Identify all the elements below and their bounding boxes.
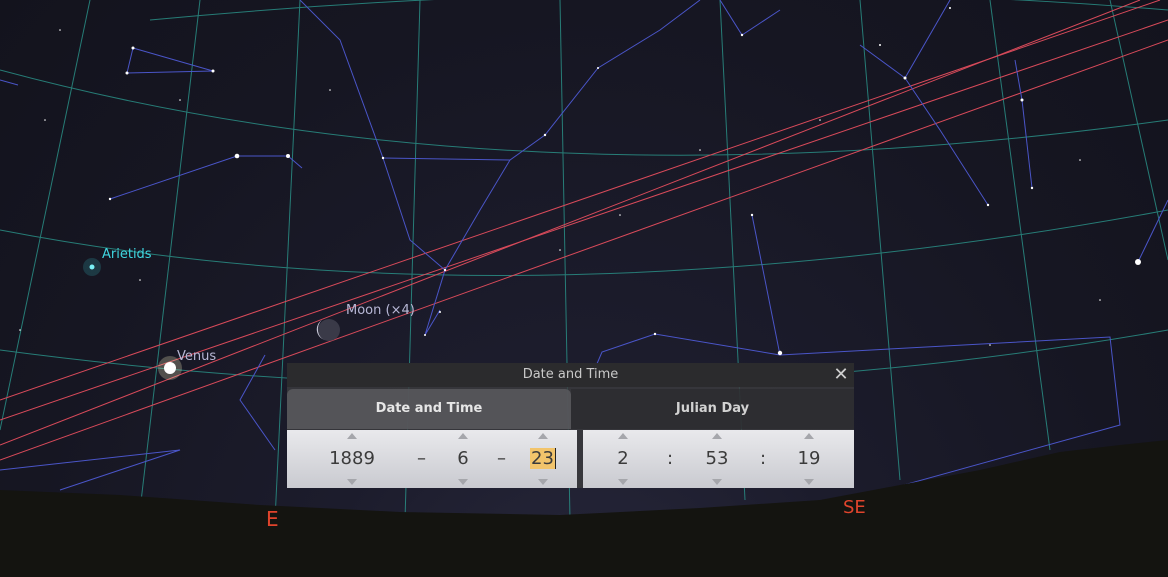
cardinal-southeast-label: SE — [843, 497, 866, 518]
second-spinbox[interactable]: 19 — [793, 430, 825, 488]
close-icon: ✕ — [833, 364, 849, 385]
year-decrement-icon[interactable] — [347, 479, 357, 485]
date-separator: – — [417, 448, 426, 469]
month-increment-icon[interactable] — [458, 433, 468, 439]
time-panel: 2 : 53 : 19 — [583, 430, 854, 488]
day-value[interactable]: 23 — [530, 448, 556, 469]
cardinal-east-label: E — [266, 507, 279, 531]
second-value[interactable]: 19 — [793, 448, 825, 470]
month-decrement-icon[interactable] — [458, 479, 468, 485]
arietids-radiant[interactable] — [83, 258, 101, 276]
arietids-label: Arietids — [102, 247, 152, 262]
month-spinbox[interactable]: 6 — [447, 430, 479, 488]
close-button[interactable]: ✕ — [832, 366, 850, 384]
day-spinbox[interactable]: 23 — [527, 430, 559, 488]
date-separator: – — [497, 448, 506, 469]
second-increment-icon[interactable] — [804, 433, 814, 439]
date-panel: 1889 – 6 – 23 — [287, 430, 577, 488]
minute-spinbox[interactable]: 53 — [701, 430, 733, 488]
hour-spinbox[interactable]: 2 — [607, 430, 639, 488]
time-separator: : — [667, 448, 674, 469]
minute-value[interactable]: 53 — [701, 448, 733, 470]
moon-label: Moon (×4) — [346, 303, 415, 318]
hour-increment-icon[interactable] — [618, 433, 628, 439]
tab-date-and-time[interactable]: Date and Time — [287, 389, 571, 429]
minute-decrement-icon[interactable] — [712, 479, 722, 485]
dialog-titlebar[interactable]: Date and Time ✕ — [287, 363, 854, 387]
year-increment-icon[interactable] — [347, 433, 357, 439]
second-decrement-icon[interactable] — [804, 479, 814, 485]
day-increment-icon[interactable] — [538, 433, 548, 439]
date-time-dialog: Date and Time ✕ Date and Time Julian Day… — [287, 363, 854, 488]
day-value-wrap[interactable]: 23 — [527, 448, 559, 470]
day-decrement-icon[interactable] — [538, 479, 548, 485]
month-value[interactable]: 6 — [447, 448, 479, 470]
year-value[interactable]: 1889 — [325, 448, 379, 470]
moon[interactable] — [316, 319, 340, 341]
minute-increment-icon[interactable] — [712, 433, 722, 439]
dialog-title: Date and Time — [522, 367, 619, 382]
night-sky-view[interactable] — [0, 0, 1168, 577]
hour-value[interactable]: 2 — [607, 448, 639, 470]
time-separator: : — [760, 448, 767, 469]
venus-label: Venus — [177, 349, 217, 364]
year-spinbox[interactable]: 1889 — [325, 430, 379, 488]
tab-julian-day[interactable]: Julian Day — [571, 389, 854, 429]
hour-decrement-icon[interactable] — [618, 479, 628, 485]
